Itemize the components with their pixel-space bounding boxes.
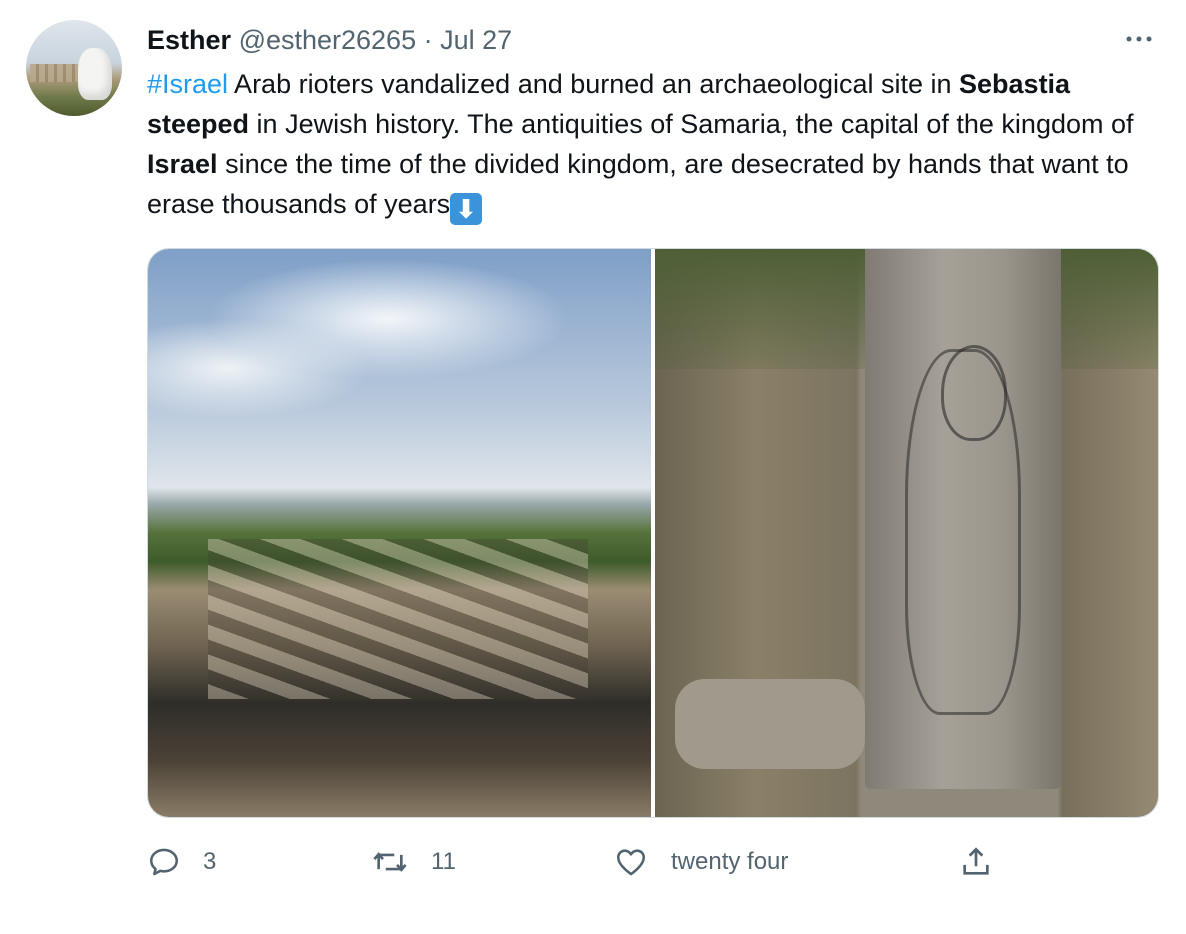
share-icon [963, 847, 989, 875]
reply-button[interactable]: 3 [147, 842, 216, 882]
retweet-icon [373, 852, 407, 872]
header-separator: · [423, 25, 433, 55]
like-count: twenty four [671, 848, 789, 875]
more-options-button[interactable] [1124, 24, 1154, 60]
tweet-text: #Israel Arab rioters vandalized and burn… [147, 64, 1157, 225]
heart-icon [616, 849, 646, 876]
avatar-statue-detail [78, 48, 112, 100]
tweet: Esther @esther26265 · Jul 27 #Israel Ara… [0, 0, 1186, 934]
tweet-date[interactable]: Jul 27 [440, 25, 512, 55]
rock-detail [675, 679, 865, 769]
ruins-detail [208, 539, 588, 699]
down-arrow-emoji-icon: ⬇ [450, 193, 483, 225]
author-name[interactable]: Esther [147, 25, 231, 55]
retweet-count: 11 [431, 848, 456, 875]
more-horizontal-icon [1126, 36, 1152, 42]
tweet-text-segment: Arab rioters vandalized and burned an ar… [228, 69, 960, 99]
tweet-text-segment: since the time of the divided kingdom, a… [147, 149, 1129, 219]
tweet-text-segment: in Jewish history. The antiquities of Sa… [249, 109, 1134, 139]
tweet-header: Esther @esther26265 · Jul 27 [147, 24, 512, 56]
hashtag-link[interactable]: #Israel [147, 69, 228, 99]
reply-count: 3 [203, 848, 217, 875]
burned-archaeological-site-photo[interactable] [148, 249, 651, 817]
like-button[interactable]: twenty four [613, 842, 788, 882]
graffiti-heart-detail [941, 345, 1007, 441]
vandalized-column-photo[interactable] [655, 249, 1158, 817]
avatar-town-detail [30, 64, 80, 82]
tweet-text-bold: Israel [147, 149, 218, 179]
retweet-button[interactable]: 11 [371, 842, 456, 882]
avatar[interactable] [26, 20, 122, 116]
reply-icon [149, 848, 179, 876]
media-grid [147, 248, 1159, 818]
author-handle[interactable]: @esther26265 [239, 25, 417, 55]
share-button[interactable] [959, 842, 993, 882]
